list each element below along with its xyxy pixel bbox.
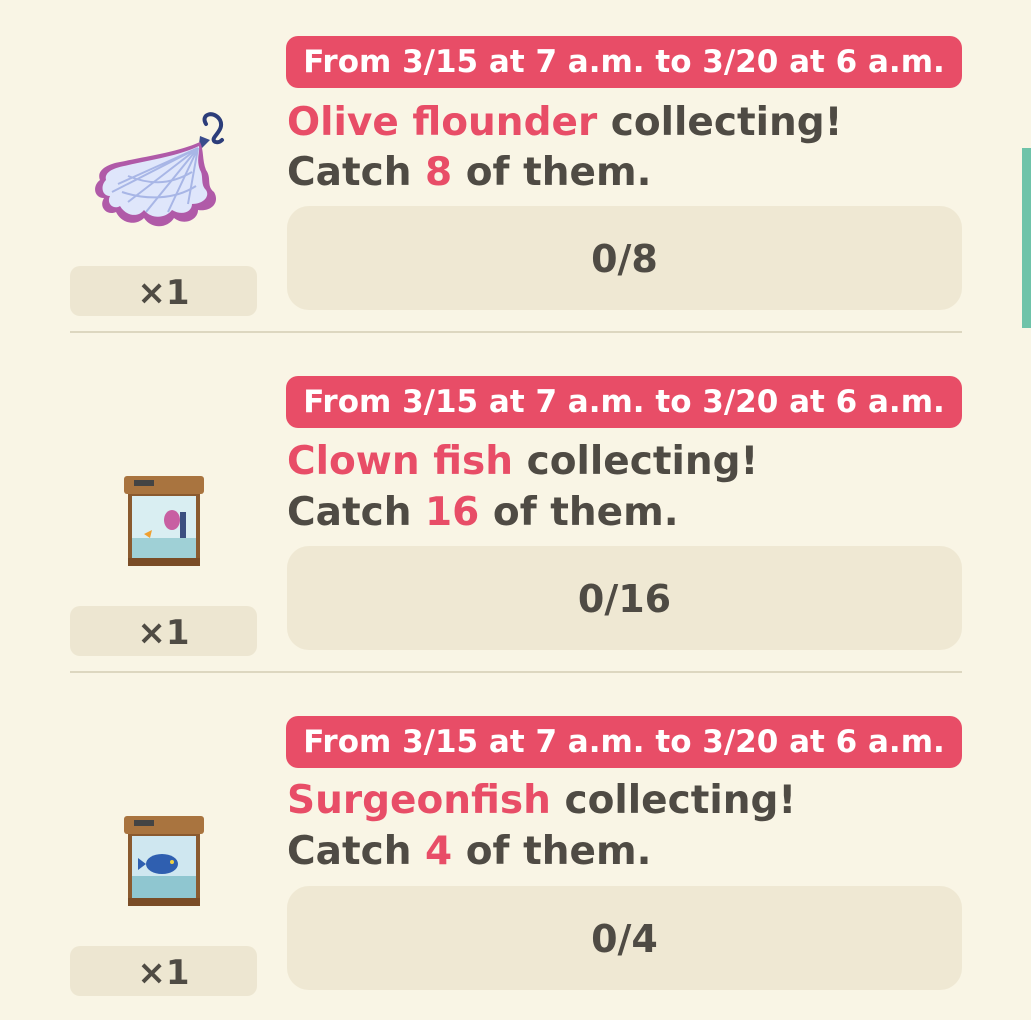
progress-counter: 0/8 — [287, 206, 962, 310]
catch-count: 8 — [425, 150, 453, 195]
catch-suffix: of them. — [452, 150, 652, 195]
reward-quantity: ×1 — [70, 606, 257, 656]
goal-item: ×1 From 3/15 at 7 a.m. to 3/20 at 6 a.m.… — [0, 340, 1031, 680]
progress-counter: 0/4 — [287, 886, 962, 990]
catch-prefix: Catch — [287, 490, 426, 535]
collecting-text: collecting! — [550, 778, 797, 823]
task-description: Catch 4 of them. — [287, 827, 651, 877]
catch-prefix: Catch — [287, 829, 426, 874]
catch-suffix: of them. — [452, 829, 652, 874]
net-icon — [88, 112, 238, 252]
fish-name: Olive flounder — [287, 100, 598, 145]
goal-item: ×1 From 3/15 at 7 a.m. to 3/20 at 6 a.m.… — [0, 0, 1031, 340]
task-description: Catch 16 of them. — [287, 488, 679, 538]
collecting-text: collecting! — [513, 439, 759, 484]
collecting-text: collecting! — [597, 100, 843, 145]
task-description: Catch 8 of them. — [287, 148, 651, 198]
reward-quantity: ×1 — [70, 946, 257, 996]
catch-prefix: Catch — [287, 150, 426, 195]
goal-item: ×1 From 3/15 at 7 a.m. to 3/20 at 6 a.m.… — [0, 680, 1031, 1020]
task-title: Surgeonfish collecting! — [287, 776, 796, 826]
divider — [70, 671, 962, 673]
fish-name: Surgeonfish — [287, 778, 551, 823]
catch-suffix: of them. — [479, 490, 679, 535]
progress-counter: 0/16 — [287, 546, 962, 650]
scrollbar[interactable] — [1022, 148, 1031, 328]
catch-count: 16 — [425, 490, 480, 535]
reward-quantity: ×1 — [70, 266, 257, 316]
aquarium-icon — [88, 468, 238, 608]
task-title: Olive flounder collecting! — [287, 98, 842, 148]
catch-count: 4 — [425, 829, 453, 874]
date-banner: From 3/15 at 7 a.m. to 3/20 at 6 a.m. — [286, 376, 962, 428]
date-banner: From 3/15 at 7 a.m. to 3/20 at 6 a.m. — [286, 36, 962, 88]
aquarium-icon — [88, 808, 238, 948]
divider — [70, 331, 962, 333]
fish-name: Clown fish — [287, 439, 514, 484]
task-title: Clown fish collecting! — [287, 437, 758, 487]
date-banner: From 3/15 at 7 a.m. to 3/20 at 6 a.m. — [286, 716, 962, 768]
